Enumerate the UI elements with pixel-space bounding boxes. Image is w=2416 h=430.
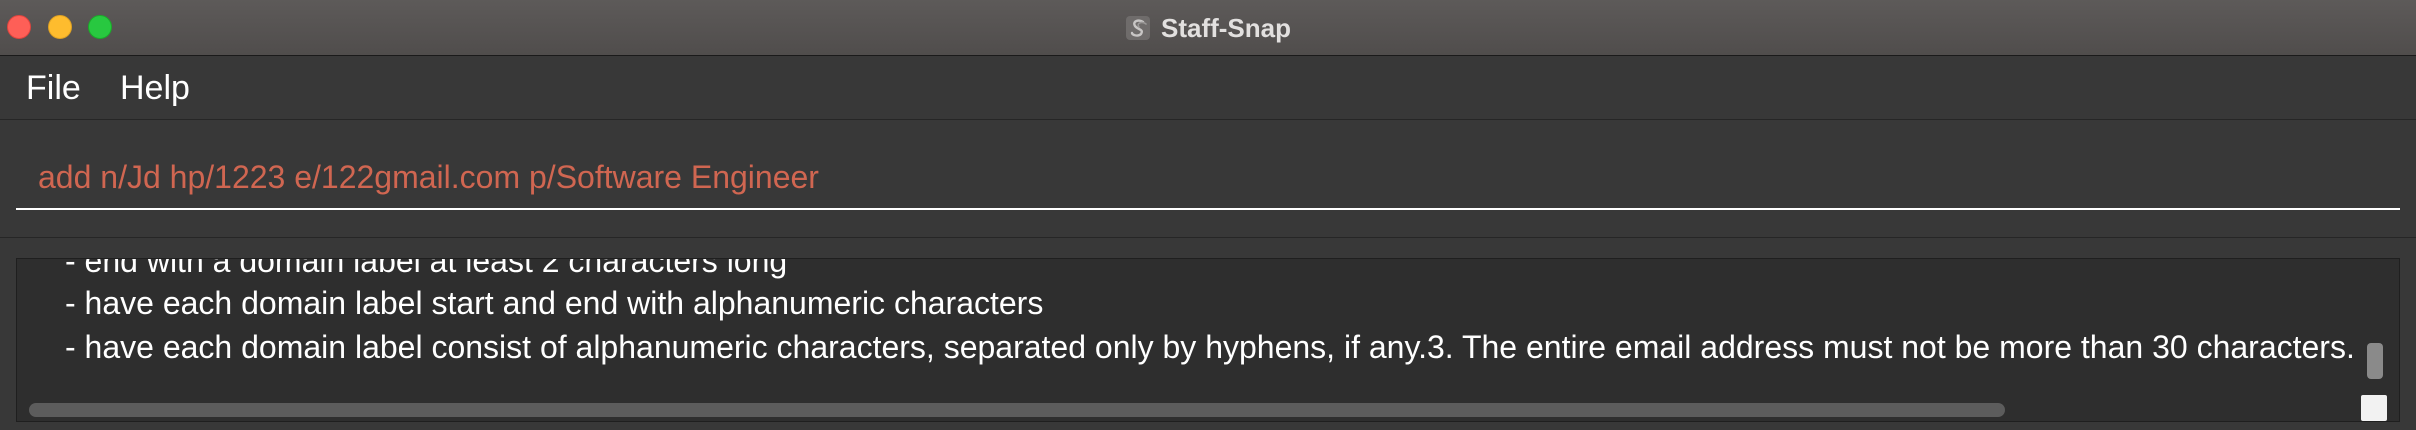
menu-file[interactable]: File bbox=[26, 68, 81, 108]
staff-snap-logo-icon bbox=[1126, 16, 1150, 40]
menu-help[interactable]: Help bbox=[120, 68, 190, 108]
command-input[interactable] bbox=[16, 146, 2400, 210]
result-line: - have each domain label consist of alph… bbox=[65, 329, 2355, 365]
menu-bar: File Help bbox=[0, 56, 2416, 120]
horizontal-scrollbar-thumb[interactable] bbox=[29, 403, 2005, 417]
scrollbar-corner bbox=[2361, 395, 2387, 421]
window-title-group: Staff-Snap bbox=[0, 0, 2416, 56]
vertical-scrollbar-thumb[interactable] bbox=[2367, 343, 2383, 379]
result-display-panel: - end with a domain label at least 2 cha… bbox=[0, 238, 2416, 430]
command-box bbox=[0, 120, 2416, 238]
result-display[interactable]: - end with a domain label at least 2 cha… bbox=[16, 258, 2400, 422]
window-titlebar: Staff-Snap bbox=[0, 0, 2416, 56]
result-line: - have each domain label start and end w… bbox=[65, 285, 1044, 321]
result-line: - end with a domain label at least 2 cha… bbox=[65, 258, 788, 279]
window-title: Staff-Snap bbox=[1161, 12, 1291, 43]
